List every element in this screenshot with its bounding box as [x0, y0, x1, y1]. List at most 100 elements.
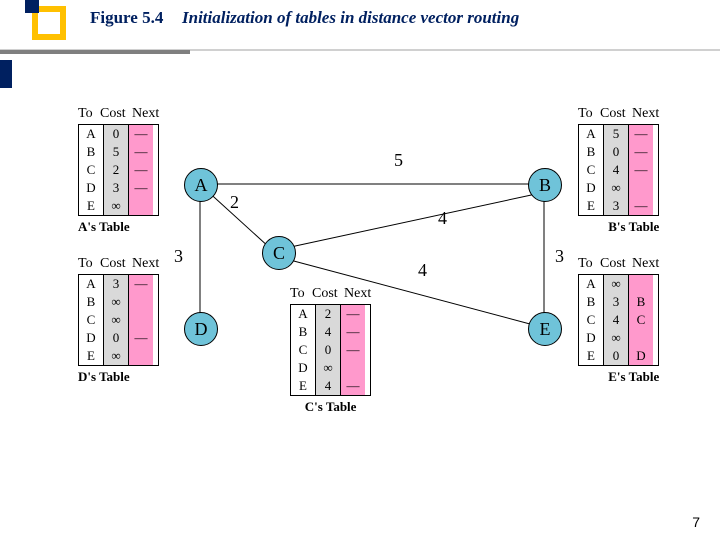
- edge-weight-AD: 3: [174, 246, 183, 267]
- header-rule-dark: [0, 50, 190, 54]
- cell: A: [79, 125, 103, 143]
- cell: 0: [604, 143, 628, 161]
- cell: A: [579, 275, 603, 293]
- figure-diagram: A B C D E 5 2 3 4 3 4 ToCostNext ABCDE 0…: [0, 90, 720, 470]
- cell: D: [79, 329, 103, 347]
- cell: E: [579, 347, 603, 365]
- cell: 3: [604, 293, 628, 311]
- cell: ∞: [604, 179, 628, 197]
- cell: A: [579, 125, 603, 143]
- cell: C: [629, 311, 653, 329]
- cell: B: [291, 323, 315, 341]
- cell: 0: [104, 125, 128, 143]
- table-caption: A's Table: [78, 219, 159, 235]
- th-to: To: [578, 256, 598, 272]
- cell: [629, 275, 653, 293]
- cell: A: [79, 275, 103, 293]
- cell: —: [129, 143, 153, 161]
- edge-weight-CE: 4: [418, 260, 427, 281]
- th-next: Next: [344, 286, 371, 302]
- cell: [129, 347, 153, 365]
- cell: ∞: [104, 197, 128, 215]
- th-to: To: [78, 106, 98, 122]
- cell: B: [629, 293, 653, 311]
- figure-number: Figure 5.4: [90, 8, 163, 28]
- cell: —: [129, 329, 153, 347]
- cell: 3: [104, 275, 128, 293]
- cell: D: [579, 179, 603, 197]
- cell: —: [341, 323, 365, 341]
- cell: C: [579, 161, 603, 179]
- cell: —: [129, 161, 153, 179]
- graph-node-B: B: [528, 168, 562, 202]
- cell: E: [79, 197, 103, 215]
- cell: C: [79, 161, 103, 179]
- cell: —: [341, 305, 365, 323]
- cell: [341, 359, 365, 377]
- routing-table-D: ToCostNext ABCDE 3∞∞0∞ —— D's Table: [78, 256, 159, 385]
- edge-weight-AB: 5: [394, 150, 403, 171]
- page-number: 7: [692, 514, 700, 530]
- cell: 4: [604, 161, 628, 179]
- cell: C: [79, 311, 103, 329]
- cell: ∞: [604, 329, 628, 347]
- cell: 3: [104, 179, 128, 197]
- cell: —: [629, 197, 653, 215]
- edge-weight-AC: 2: [230, 192, 239, 213]
- cell: —: [129, 275, 153, 293]
- table-caption: D's Table: [78, 369, 159, 385]
- edge-weight-BE: 3: [555, 246, 564, 267]
- cell: D: [291, 359, 315, 377]
- cell: [129, 311, 153, 329]
- cell: [629, 329, 653, 347]
- cell: E: [291, 377, 315, 395]
- cell: 5: [604, 125, 628, 143]
- cell: B: [79, 293, 103, 311]
- table-caption: C's Table: [290, 399, 371, 415]
- cell: C: [291, 341, 315, 359]
- cell: 0: [316, 341, 340, 359]
- cell: A: [291, 305, 315, 323]
- table-caption: B's Table: [578, 219, 659, 235]
- cell: 0: [604, 347, 628, 365]
- routing-table-C: ToCostNext ABCDE 240∞4 ———— C's Table: [290, 286, 371, 415]
- graph-node-D: D: [184, 312, 218, 346]
- cell: B: [79, 143, 103, 161]
- cell: C: [579, 311, 603, 329]
- cell: [129, 293, 153, 311]
- cell: E: [79, 347, 103, 365]
- cell: 2: [316, 305, 340, 323]
- figure-title: Initialization of tables in distance vec…: [182, 8, 519, 28]
- routing-table-A: ToCostNext ABCDE 0523∞ ———— A's Table: [78, 106, 159, 235]
- th-cost: Cost: [100, 256, 130, 272]
- th-next: Next: [132, 256, 159, 272]
- cell: ∞: [316, 359, 340, 377]
- th-cost: Cost: [312, 286, 342, 302]
- cell: B: [579, 293, 603, 311]
- graph-node-E: E: [528, 312, 562, 346]
- cell: —: [341, 341, 365, 359]
- cell: B: [579, 143, 603, 161]
- cell: —: [629, 161, 653, 179]
- th-next: Next: [132, 106, 159, 122]
- cell: [129, 197, 153, 215]
- cell: D: [629, 347, 653, 365]
- cell: 3: [604, 197, 628, 215]
- cell: 4: [316, 323, 340, 341]
- cell: ∞: [104, 347, 128, 365]
- header-small-bar: [0, 60, 12, 88]
- cell: [629, 179, 653, 197]
- cell: —: [629, 143, 653, 161]
- th-to: To: [290, 286, 310, 302]
- cell: ∞: [104, 311, 128, 329]
- th-cost: Cost: [100, 106, 130, 122]
- cell: 4: [316, 377, 340, 395]
- routing-table-E: ToCostNext ABCDE ∞34∞0 BCD E's Table: [578, 256, 659, 385]
- th-to: To: [78, 256, 98, 272]
- cell: D: [579, 329, 603, 347]
- cell: 4: [604, 311, 628, 329]
- cell: —: [129, 125, 153, 143]
- th-cost: Cost: [600, 106, 630, 122]
- cell: ∞: [604, 275, 628, 293]
- th-next: Next: [632, 256, 659, 272]
